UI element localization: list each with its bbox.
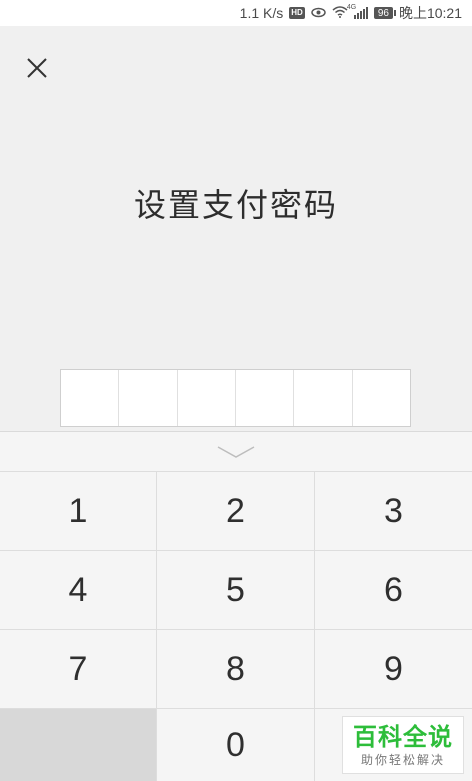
eye-icon [311, 7, 326, 20]
password-digit-2[interactable] [119, 370, 178, 426]
password-digit-1[interactable] [61, 370, 120, 426]
page-title: 设置支付密码 [133, 186, 338, 224]
status-bar: 1.1 K/s HD 4G 96 晚上10:21 [0, 0, 472, 26]
key-3[interactable]: 3 [315, 471, 472, 550]
keyboard-collapse-button[interactable] [0, 432, 472, 471]
battery-level: 96 [377, 7, 389, 19]
wifi-icon [332, 6, 348, 20]
password-digit-6[interactable] [353, 370, 410, 426]
key-7[interactable]: 7 [0, 629, 157, 708]
key-8[interactable]: 8 [157, 629, 315, 708]
key-0[interactable]: 0 [157, 708, 315, 781]
signal-icon: 4G [347, 4, 368, 19]
password-digit-4[interactable] [236, 370, 295, 426]
key-9[interactable]: 9 [315, 629, 472, 708]
key-6[interactable]: 6 [315, 550, 472, 629]
chevron-down-icon [217, 445, 255, 458]
key-blank [0, 708, 157, 781]
clock: 晚上10:21 [398, 5, 462, 21]
key-4[interactable]: 4 [0, 550, 157, 629]
hd-badge: HD [289, 7, 305, 19]
key-2[interactable]: 2 [157, 471, 315, 550]
battery-icon: 96 [373, 7, 397, 19]
watermark-title: 百科全说 [353, 723, 453, 751]
watermark-logo: 百科全说 助你轻松解决 [342, 716, 464, 774]
key-5[interactable]: 5 [157, 550, 315, 629]
close-button[interactable] [22, 53, 52, 83]
network-type: 4G [346, 4, 357, 11]
close-icon [27, 58, 47, 78]
network-speed: 1.1 K/s [239, 5, 284, 21]
key-1[interactable]: 1 [0, 471, 157, 550]
password-input[interactable] [60, 369, 411, 427]
password-digit-3[interactable] [178, 370, 236, 426]
password-digit-5[interactable] [294, 370, 353, 426]
watermark-subtitle: 助你轻松解决 [360, 753, 445, 767]
